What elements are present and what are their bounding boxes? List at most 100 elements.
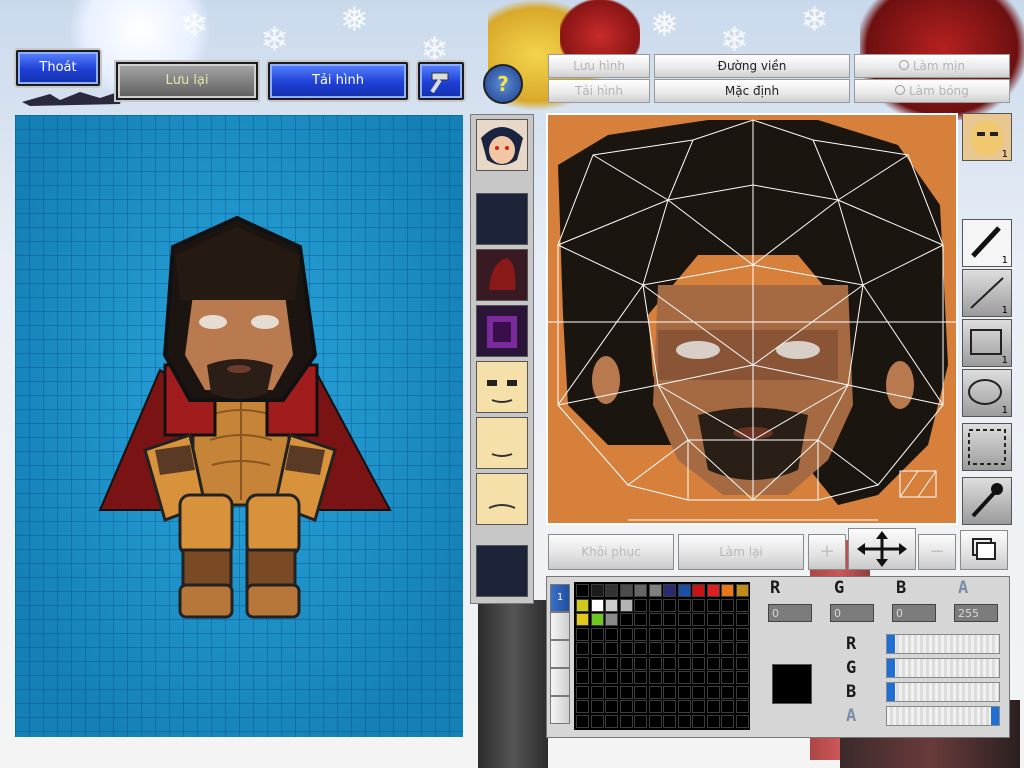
palette-cell[interactable] — [706, 714, 720, 728]
palette-cell[interactable] — [706, 685, 720, 699]
palette-cell[interactable] — [576, 714, 589, 728]
palette-cell[interactable] — [663, 613, 676, 626]
palette-cell[interactable] — [692, 627, 705, 641]
part-slot-face-preview[interactable] — [476, 119, 528, 171]
palette-cell[interactable] — [605, 598, 618, 612]
palette-cell[interactable] — [721, 627, 734, 641]
palette-cell[interactable] — [677, 700, 691, 713]
palette-cell[interactable] — [648, 642, 662, 655]
palette-cell[interactable] — [735, 685, 749, 699]
palette-tab-3[interactable] — [550, 640, 570, 668]
palette-cell[interactable] — [663, 714, 676, 728]
palette-cell[interactable] — [721, 656, 734, 670]
palette-cell[interactable] — [735, 714, 749, 728]
palette-cell[interactable] — [634, 627, 647, 641]
face-thumbnail-tool[interactable]: 1 — [962, 113, 1012, 161]
part-slot-armor[interactable] — [476, 305, 528, 357]
reload-image-button[interactable]: Tải hình — [268, 62, 408, 100]
red-slider-knob[interactable] — [887, 635, 895, 653]
palette-cell[interactable] — [648, 584, 662, 597]
line-tool[interactable]: 1 — [962, 269, 1012, 317]
palette-cell[interactable] — [721, 671, 734, 684]
palette-cell[interactable] — [721, 685, 734, 699]
palette-cell[interactable] — [590, 656, 604, 670]
palette-cell[interactable] — [663, 642, 676, 655]
palette-cell[interactable] — [677, 685, 691, 699]
palette-cell[interactable] — [735, 627, 749, 641]
palette-cell[interactable] — [619, 584, 633, 597]
green-slider-knob[interactable] — [887, 659, 895, 677]
palette-tab-1[interactable]: 1 — [550, 584, 570, 612]
palette-cell[interactable] — [677, 714, 691, 728]
palette-cell[interactable] — [692, 700, 705, 713]
palette-cell[interactable] — [576, 598, 589, 612]
palette-cell[interactable] — [590, 685, 604, 699]
palette-cell[interactable] — [721, 700, 734, 713]
palette-cell[interactable] — [576, 642, 589, 655]
palette-cell[interactable] — [706, 642, 720, 655]
palette-cell[interactable] — [663, 627, 676, 641]
part-slot-empty[interactable] — [476, 193, 528, 245]
palette-cell[interactable] — [576, 685, 589, 699]
palette-cell[interactable] — [735, 598, 749, 612]
palette-cell[interactable] — [634, 613, 647, 626]
palette-cell[interactable] — [634, 642, 647, 655]
palette-cell[interactable] — [590, 584, 604, 597]
palette-tab-2[interactable] — [550, 612, 570, 640]
palette-cell[interactable] — [634, 714, 647, 728]
palette-cell[interactable] — [590, 598, 604, 612]
alpha-slider[interactable] — [886, 706, 1000, 726]
load-image-tab[interactable]: Tải hình — [548, 79, 650, 103]
palette-cell[interactable] — [648, 671, 662, 684]
palette-cell[interactable] — [648, 656, 662, 670]
part-slot-face-eyes[interactable] — [476, 361, 528, 413]
palette-cell[interactable] — [619, 700, 633, 713]
palette-tab-5[interactable] — [550, 696, 570, 724]
palette-cell[interactable] — [605, 714, 618, 728]
alpha-value-input[interactable]: 255 — [954, 604, 998, 622]
palette-cell[interactable] — [634, 700, 647, 713]
palette-cell[interactable] — [677, 656, 691, 670]
palette-cell[interactable] — [721, 598, 734, 612]
red-slider[interactable] — [886, 634, 1000, 654]
blue-slider-knob[interactable] — [887, 683, 895, 701]
palette-cell[interactable] — [619, 685, 633, 699]
palette-cell[interactable] — [605, 685, 618, 699]
palette-cell[interactable] — [735, 584, 749, 597]
palette-cell[interactable] — [721, 642, 734, 655]
palette-cell[interactable] — [692, 656, 705, 670]
palette-cell[interactable] — [663, 671, 676, 684]
palette-cell[interactable] — [721, 714, 734, 728]
palette-cell[interactable] — [706, 598, 720, 612]
palette-cell[interactable] — [692, 642, 705, 655]
palette-cell[interactable] — [706, 627, 720, 641]
palette-cell[interactable] — [663, 584, 676, 597]
palette-cell[interactable] — [576, 656, 589, 670]
save-button[interactable]: Lưu lại — [116, 62, 258, 100]
blue-value-input[interactable]: 0 — [892, 604, 936, 622]
redo-button[interactable]: Làm lại — [678, 534, 804, 570]
palette-cell[interactable] — [721, 584, 734, 597]
palette-cell[interactable] — [677, 613, 691, 626]
palette-cell[interactable] — [619, 714, 633, 728]
palette-cell[interactable] — [590, 627, 604, 641]
part-slot-helmet[interactable] — [476, 249, 528, 301]
palette-cell[interactable] — [735, 613, 749, 626]
layer-button[interactable] — [960, 530, 1008, 570]
move-button[interactable] — [848, 528, 916, 570]
face-editor-canvas[interactable] — [546, 113, 958, 525]
palette-cell[interactable] — [619, 627, 633, 641]
palette-cell[interactable] — [677, 671, 691, 684]
palette-cell[interactable] — [619, 656, 633, 670]
green-slider[interactable] — [886, 658, 1000, 678]
part-slot-face-nose[interactable] — [476, 473, 528, 525]
ellipse-tool[interactable]: 1 — [962, 369, 1012, 417]
palette-cell[interactable] — [677, 584, 691, 597]
palette-cell[interactable] — [590, 671, 604, 684]
palette-cell[interactable] — [605, 656, 618, 670]
palette-cell[interactable] — [634, 685, 647, 699]
pen-tool[interactable]: 1 — [962, 219, 1012, 267]
palette-cell[interactable] — [590, 700, 604, 713]
palette-cell[interactable] — [663, 700, 676, 713]
palette-cell[interactable] — [576, 584, 589, 597]
